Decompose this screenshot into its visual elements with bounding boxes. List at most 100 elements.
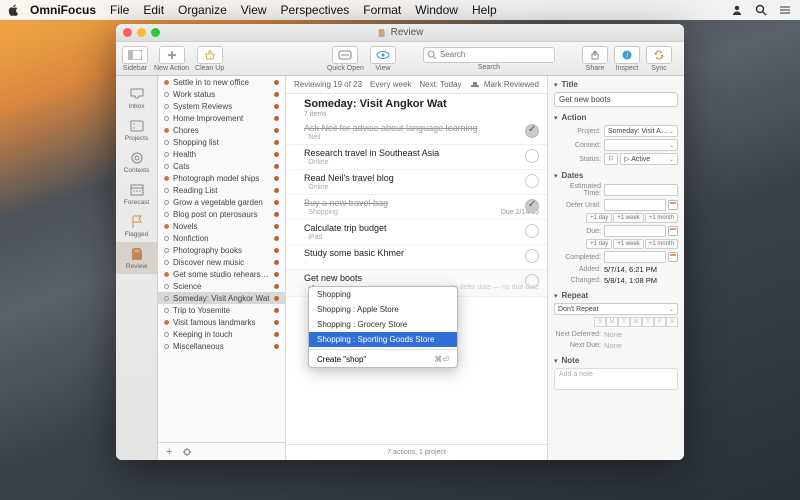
- inspector-note-header[interactable]: Note: [562, 356, 580, 365]
- sync-button[interactable]: Sync: [646, 46, 672, 72]
- menu-extras-icon[interactable]: [778, 3, 792, 17]
- project-row[interactable]: Shopping list: [158, 136, 285, 148]
- completed-field[interactable]: [604, 251, 666, 263]
- due-chip[interactable]: +1 day: [586, 239, 612, 249]
- ac-option[interactable]: Shopping: [309, 287, 457, 302]
- project-row[interactable]: System Reviews: [158, 100, 285, 112]
- sidebar-item-projects[interactable]: Projects: [116, 114, 157, 146]
- mark-reviewed-button[interactable]: Mark Reviewed: [484, 80, 539, 89]
- inspect-button[interactable]: i Inspect: [614, 46, 640, 72]
- repeat-day[interactable]: M: [606, 317, 618, 327]
- search-field[interactable]: Search: [402, 47, 576, 71]
- repeat-day[interactable]: S: [666, 317, 678, 327]
- review-next[interactable]: Next: Today: [419, 80, 461, 89]
- repeat-select[interactable]: Don't Repeat⌄: [554, 303, 678, 315]
- due-chip[interactable]: +1 month: [645, 239, 678, 249]
- project-row[interactable]: Reading List: [158, 184, 285, 196]
- repeat-day[interactable]: T: [642, 317, 654, 327]
- note-field[interactable]: Add a note: [554, 368, 678, 390]
- menu-window[interactable]: Window: [415, 3, 458, 17]
- inspector-title-header[interactable]: Title: [562, 80, 578, 89]
- project-row[interactable]: Work status: [158, 88, 285, 100]
- context-select[interactable]: ⌄: [604, 139, 678, 151]
- project-row[interactable]: Visit famous landmarks: [158, 316, 285, 328]
- project-row[interactable]: Get some studio rehearsal time: [158, 268, 285, 280]
- project-row[interactable]: Blog post on pterosaurs: [158, 208, 285, 220]
- repeat-day[interactable]: S: [594, 317, 606, 327]
- project-row[interactable]: Nonfiction: [158, 232, 285, 244]
- repeat-day[interactable]: W: [630, 317, 642, 327]
- repeat-day[interactable]: F: [654, 317, 666, 327]
- due-field[interactable]: [604, 225, 666, 237]
- task-row[interactable]: Read Neil's travel blog· Online: [286, 170, 547, 195]
- calendar-icon[interactable]: [668, 252, 678, 262]
- review-interval[interactable]: Every week: [370, 80, 411, 89]
- menu-format[interactable]: Format: [363, 3, 401, 17]
- ac-option-selected[interactable]: Shopping : Sporting Goods Store: [309, 332, 457, 347]
- menu-app[interactable]: OmniFocus: [30, 3, 96, 17]
- user-icon[interactable]: [730, 3, 744, 17]
- quick-open-button[interactable]: Quick Open: [327, 46, 364, 72]
- task-checkbox[interactable]: [525, 249, 539, 263]
- ac-create-option[interactable]: Create "shop" ⌘⏎: [309, 352, 457, 367]
- spotlight-icon[interactable]: [754, 3, 768, 17]
- view-button[interactable]: View: [370, 46, 396, 72]
- project-row[interactable]: Miscellaneous: [158, 340, 285, 352]
- menu-view[interactable]: View: [241, 3, 267, 17]
- sidebar-item-review[interactable]: Review: [116, 242, 157, 274]
- sidebar-item-forecast[interactable]: Forecast: [116, 178, 157, 210]
- task-checkbox[interactable]: [525, 224, 539, 238]
- cleanup-button[interactable]: Clean Up: [195, 46, 224, 72]
- inspector-dates-header[interactable]: Dates: [562, 171, 584, 180]
- sidebar-item-contexts[interactable]: Contexts: [116, 146, 157, 178]
- window-close-button[interactable]: [123, 28, 132, 37]
- calendar-icon[interactable]: [668, 226, 678, 236]
- project-settings-button[interactable]: [182, 447, 192, 457]
- defer-chip[interactable]: +1 week: [613, 213, 644, 223]
- project-row[interactable]: Photograph model ships: [158, 172, 285, 184]
- new-action-button[interactable]: New Action: [154, 46, 189, 72]
- task-checkbox[interactable]: [525, 274, 539, 288]
- task-row[interactable]: Buy a new travel bag· ShoppingDue 2/14/1…: [286, 195, 547, 220]
- flag-toggle[interactable]: ⚐: [604, 153, 618, 165]
- project-row[interactable]: Novels: [158, 220, 285, 232]
- project-row[interactable]: Trip to Yosemite: [158, 304, 285, 316]
- task-row[interactable]: Research travel in Southeast Asia· Onlin…: [286, 145, 547, 170]
- project-row[interactable]: Settle in to new office: [158, 76, 285, 88]
- menu-file[interactable]: File: [110, 3, 129, 17]
- ac-option[interactable]: Shopping : Apple Store: [309, 302, 457, 317]
- task-row[interactable]: Study some basic Khmer·: [286, 245, 547, 270]
- repeat-day[interactable]: T: [618, 317, 630, 327]
- menu-perspectives[interactable]: Perspectives: [281, 3, 350, 17]
- sidebar-item-flagged[interactable]: Flagged: [116, 210, 157, 242]
- project-row[interactable]: Chores: [158, 124, 285, 136]
- project-row[interactable]: Keeping in touch: [158, 328, 285, 340]
- project-row[interactable]: Science: [158, 280, 285, 292]
- project-row[interactable]: Grow a vegetable garden: [158, 196, 285, 208]
- project-row[interactable]: Discover new music: [158, 256, 285, 268]
- project-row[interactable]: Someday: Visit Angkor Wat: [158, 292, 285, 304]
- inspector-repeat-header[interactable]: Repeat: [562, 291, 589, 300]
- defer-chip[interactable]: +1 day: [586, 213, 612, 223]
- search-input[interactable]: [423, 47, 555, 63]
- due-chip[interactable]: +1 week: [613, 239, 644, 249]
- project-row[interactable]: Photography books: [158, 244, 285, 256]
- task-checkbox[interactable]: [525, 174, 539, 188]
- task-checkbox[interactable]: [525, 199, 539, 213]
- status-select[interactable]: ▷ Active⌄: [620, 153, 678, 165]
- menu-edit[interactable]: Edit: [143, 3, 164, 17]
- defer-until-field[interactable]: [604, 199, 666, 211]
- menu-organize[interactable]: Organize: [178, 3, 227, 17]
- project-row[interactable]: Cats: [158, 160, 285, 172]
- menu-help[interactable]: Help: [472, 3, 497, 17]
- share-button[interactable]: Share: [582, 46, 608, 72]
- defer-chip[interactable]: +1 month: [645, 213, 678, 223]
- task-row[interactable]: Ask Neil for advice about language learn…: [286, 120, 547, 145]
- calendar-icon[interactable]: [668, 200, 678, 210]
- project-select[interactable]: Someday: Visit A…⌄: [604, 125, 678, 137]
- project-row[interactable]: Health: [158, 148, 285, 160]
- title-field[interactable]: Get new boots: [554, 92, 678, 107]
- sidebar-toggle-button[interactable]: Sidebar: [122, 46, 148, 72]
- project-row[interactable]: Home Improvement: [158, 112, 285, 124]
- apple-icon[interactable]: [8, 4, 20, 16]
